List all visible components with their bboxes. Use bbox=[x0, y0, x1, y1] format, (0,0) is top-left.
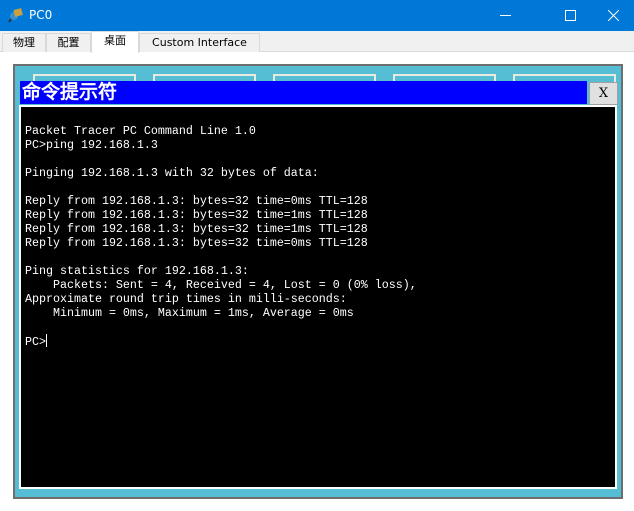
command-prompt-close-button[interactable]: X bbox=[589, 82, 618, 105]
terminal-output[interactable]: Packet Tracer PC Command Line 1.0 PC>ping… bbox=[19, 105, 617, 489]
close-button[interactable] bbox=[590, 0, 634, 31]
maximize-button[interactable] bbox=[547, 0, 593, 31]
packet-tracer-pc-icon bbox=[8, 8, 23, 23]
terminal-line: Reply from 192.168.1.3: bytes=32 time=1m… bbox=[25, 222, 368, 236]
terminal-line: Reply from 192.168.1.3: bytes=32 time=0m… bbox=[25, 194, 368, 208]
tab-desktop[interactable]: 桌面 bbox=[91, 31, 139, 53]
terminal-line: Reply from 192.168.1.3: bytes=32 time=1m… bbox=[25, 208, 368, 222]
terminal-line: PC>ping 192.168.1.3 bbox=[25, 138, 158, 152]
terminal-line: Packets: Sent = 4, Received = 4, Lost = … bbox=[25, 278, 417, 292]
command-prompt-title: 命令提示符 bbox=[20, 81, 587, 104]
terminal-line: Approximate round trip times in milli-se… bbox=[25, 292, 347, 306]
window-title: PC0 bbox=[29, 8, 53, 22]
text-cursor bbox=[46, 334, 47, 347]
close-icon bbox=[607, 10, 619, 21]
window-titlebar: PC0 bbox=[0, 0, 634, 31]
minimize-icon bbox=[499, 15, 511, 16]
tab-physical[interactable]: 物理 bbox=[2, 33, 46, 52]
terminal-prompt-line[interactable]: PC> bbox=[25, 334, 417, 349]
desktop-area: 命令提示符 X Packet Tracer PC Command Line 1.… bbox=[13, 64, 623, 499]
tab-bar: 物理 配置 桌面 Custom Interface bbox=[0, 31, 634, 53]
maximize-icon bbox=[564, 10, 576, 21]
terminal-line: Pinging 192.168.1.3 with 32 bytes of dat… bbox=[25, 166, 319, 180]
minimize-button[interactable] bbox=[482, 0, 528, 31]
terminal-line: Minimum = 0ms, Maximum = 1ms, Average = … bbox=[25, 306, 354, 320]
terminal-text: Packet Tracer PC Command Line 1.0 PC>ping… bbox=[25, 124, 417, 349]
terminal-line: Reply from 192.168.1.3: bytes=32 time=0m… bbox=[25, 236, 368, 250]
terminal-line: Ping statistics for 192.168.1.3: bbox=[25, 264, 249, 278]
terminal-prompt: PC> bbox=[25, 335, 46, 349]
tab-config[interactable]: 配置 bbox=[46, 33, 91, 52]
terminal-line: Packet Tracer PC Command Line 1.0 bbox=[25, 124, 256, 138]
tab-custom-interface[interactable]: Custom Interface bbox=[139, 33, 260, 52]
